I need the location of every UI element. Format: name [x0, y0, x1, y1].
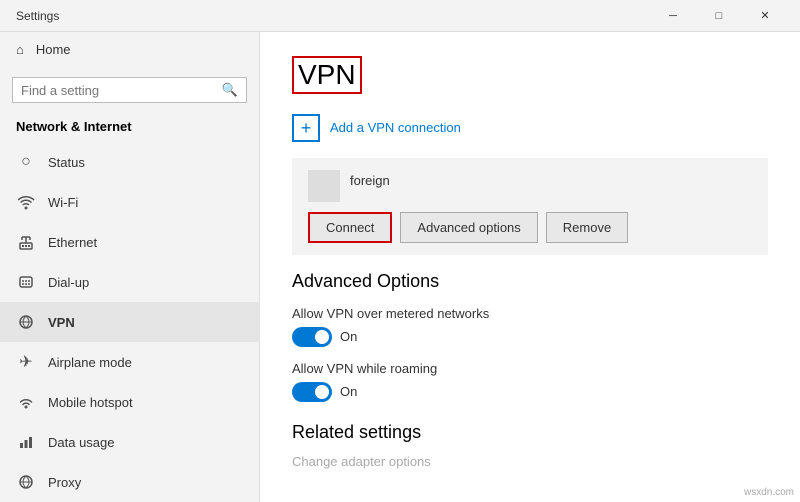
sidebar-item-datausage[interactable]: Data usage [0, 422, 259, 462]
titlebar-title: Settings [16, 9, 59, 23]
metered-toggle-text: On [340, 329, 357, 344]
search-box[interactable]: 🔍 [12, 77, 247, 103]
vpn-icon [16, 312, 36, 332]
sidebar-item-proxy[interactable]: Proxy [0, 462, 259, 502]
search-icon: 🔍 [222, 82, 238, 98]
roaming-toggle-text: On [340, 384, 357, 399]
related-settings-section: Related settings Change adapter options [292, 422, 768, 469]
related-settings-title: Related settings [292, 422, 768, 443]
home-icon: ⌂ [16, 42, 24, 57]
watermark: wsxdn.com [744, 487, 794, 498]
sidebar-item-label: Wi-Fi [48, 195, 78, 210]
sidebar-item-label: Dial-up [48, 275, 89, 290]
titlebar: Settings ─ □ ✕ [0, 0, 800, 32]
vpn-buttons: Connect Advanced options Remove [308, 212, 752, 243]
titlebar-controls: ─ □ ✕ [650, 0, 788, 32]
airplane-icon: ✈ [16, 352, 36, 372]
sidebar-item-label: Proxy [48, 475, 81, 490]
dialup-icon [16, 272, 36, 292]
remove-button[interactable]: Remove [546, 212, 628, 243]
sidebar-item-label: Status [48, 155, 85, 170]
roaming-label: Allow VPN while roaming [292, 361, 768, 376]
metered-networks-row: Allow VPN over metered networks On [292, 306, 768, 347]
vpn-card: foreign Connect Advanced options Remove [292, 158, 768, 255]
sidebar-item-hotspot[interactable]: Mobile hotspot [0, 382, 259, 422]
advanced-options-section: Advanced Options Allow VPN over metered … [292, 271, 768, 402]
roaming-toggle[interactable] [292, 382, 332, 402]
sidebar-item-vpn[interactable]: VPN [0, 302, 259, 342]
status-icon: ○ [16, 152, 36, 172]
wifi-icon [16, 192, 36, 212]
sidebar-item-label: Airplane mode [48, 355, 132, 370]
minimize-button[interactable]: ─ [650, 0, 696, 32]
add-vpn-icon: + [292, 114, 320, 142]
change-adapter-options-link[interactable]: Change adapter options [292, 454, 431, 469]
vpn-card-header: foreign [308, 170, 752, 202]
add-vpn-button[interactable]: + Add a VPN connection [292, 114, 768, 142]
connect-button[interactable]: Connect [308, 212, 392, 243]
proxy-icon [16, 472, 36, 492]
metered-toggle-container: On [292, 327, 768, 347]
advanced-options-title: Advanced Options [292, 271, 768, 292]
sidebar-item-label: VPN [48, 315, 75, 330]
sidebar-item-status[interactable]: ○ Status [0, 142, 259, 182]
vpn-entry-icon [308, 170, 340, 202]
sidebar-home-label: Home [36, 42, 71, 57]
datausage-icon [16, 432, 36, 452]
metered-networks-toggle[interactable] [292, 327, 332, 347]
sidebar-section-label: Network & Internet [0, 113, 259, 142]
advanced-options-button[interactable]: Advanced options [400, 212, 537, 243]
sidebar-item-wifi[interactable]: Wi-Fi [0, 182, 259, 222]
sidebar-item-label: Mobile hotspot [48, 395, 133, 410]
sidebar-item-dialup[interactable]: Dial-up [0, 262, 259, 302]
roaming-toggle-container: On [292, 382, 768, 402]
search-input[interactable] [21, 83, 222, 98]
sidebar-item-home[interactable]: ⌂ Home [0, 32, 259, 67]
sidebar-item-airplane[interactable]: ✈ Airplane mode [0, 342, 259, 382]
add-vpn-label: Add a VPN connection [330, 120, 461, 135]
close-button[interactable]: ✕ [742, 0, 788, 32]
sidebar-item-label: Ethernet [48, 235, 97, 250]
sidebar-item-label: Data usage [48, 435, 115, 450]
page-title: VPN [292, 56, 362, 94]
content-area: VPN + Add a VPN connection foreign Conne… [260, 32, 800, 502]
sidebar: ⌂ Home 🔍 Network & Internet ○ Status Wi-… [0, 32, 260, 502]
maximize-button[interactable]: □ [696, 0, 742, 32]
roaming-row: Allow VPN while roaming On [292, 361, 768, 402]
sidebar-item-ethernet[interactable]: Ethernet [0, 222, 259, 262]
metered-networks-label: Allow VPN over metered networks [292, 306, 768, 321]
ethernet-icon [16, 232, 36, 252]
main-layout: ⌂ Home 🔍 Network & Internet ○ Status Wi-… [0, 32, 800, 502]
hotspot-icon [16, 392, 36, 412]
vpn-entry-name: foreign [350, 173, 390, 188]
